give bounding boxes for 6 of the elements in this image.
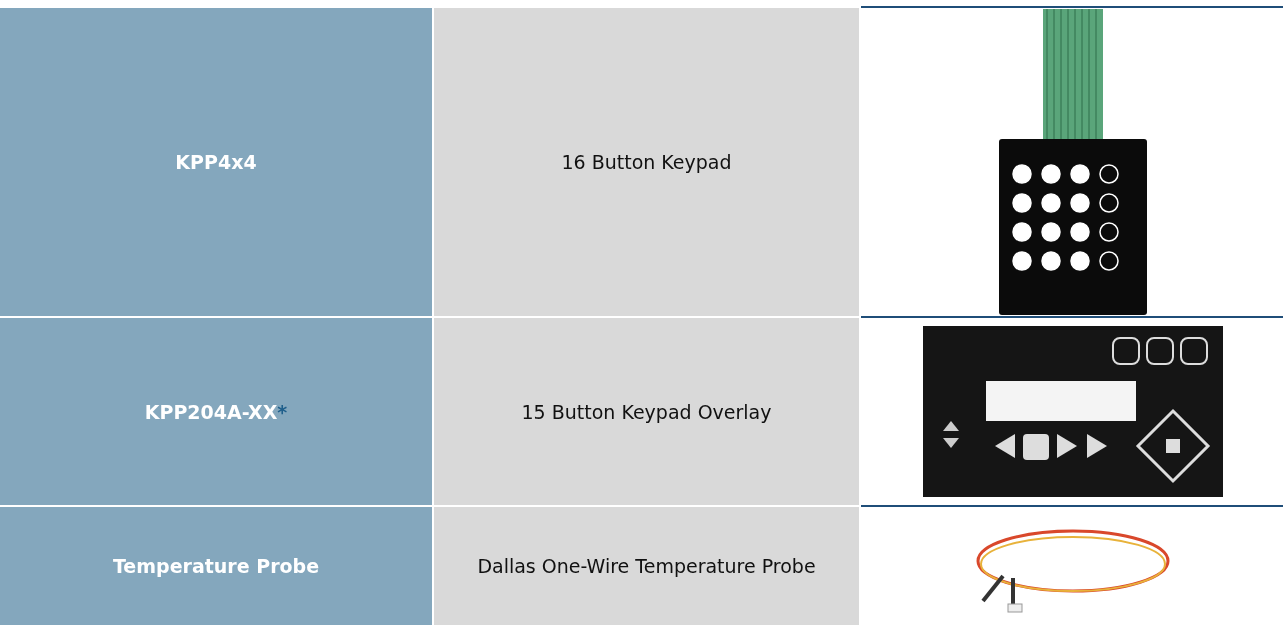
product-description: 16 Button Keypad: [561, 151, 732, 173]
product-description: 15 Button Keypad Overlay: [521, 400, 772, 423]
product-name: KPP4x4: [175, 151, 257, 173]
product-name: KPP204A-XX*: [144, 400, 288, 423]
product-name: Temperature Probe: [112, 555, 320, 577]
product-description: Dallas One-Wire Temperature Probe: [477, 555, 816, 577]
